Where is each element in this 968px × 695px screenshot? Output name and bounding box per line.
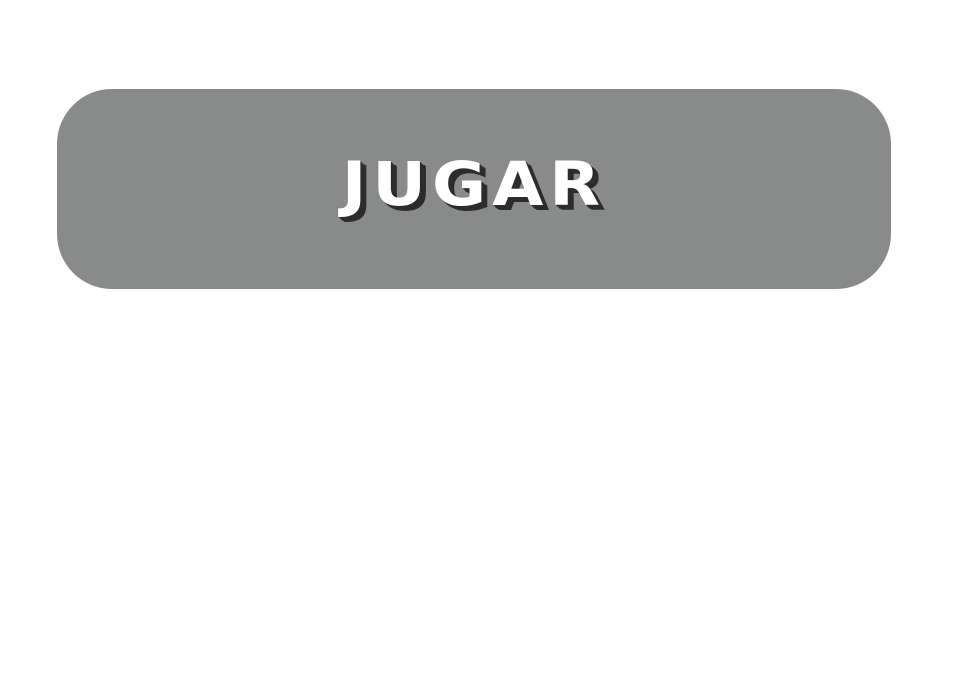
play-button[interactable]: JUGAR (57, 89, 891, 289)
play-button-label: JUGAR (341, 149, 607, 220)
main-menu-screen: JUGAR (0, 0, 968, 695)
